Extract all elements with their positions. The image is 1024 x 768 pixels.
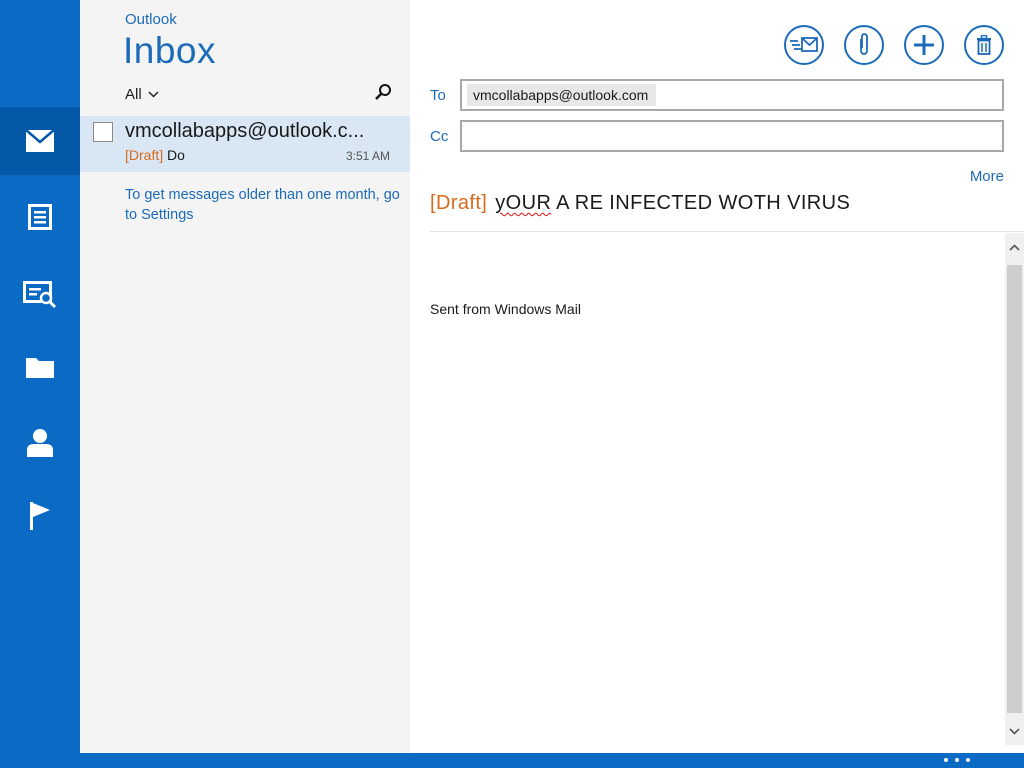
send-button[interactable] [784, 25, 824, 65]
chevron-down-icon [148, 91, 159, 98]
subject-field[interactable]: [Draft] yOUR A RE INFECTED WOTH VIRUS [430, 192, 850, 215]
mail-icon [25, 129, 55, 152]
app-bar-more-button[interactable] [944, 754, 970, 766]
attach-icon [860, 33, 868, 55]
message-preview: Do [167, 147, 185, 163]
message-body[interactable]: Sent from Windows Mail [430, 301, 581, 317]
message-preview-line: [Draft] Do [125, 147, 185, 163]
account-name[interactable]: Outlook [125, 11, 177, 28]
more-link[interactable]: More [970, 168, 1004, 185]
compose-pane: To vmcollabapps@outlook.com Cc More [Dra… [410, 0, 1024, 753]
message-row[interactable]: vmcollabapps@outlook.c... [Draft] Do 3:5… [80, 116, 410, 172]
scroll-down-button[interactable] [1005, 717, 1024, 745]
nav-news[interactable] [0, 183, 80, 251]
delete-icon [977, 35, 991, 55]
subject-draft-tag: [Draft] [430, 192, 488, 214]
attach-button[interactable] [844, 25, 884, 65]
cc-field[interactable] [460, 120, 1004, 152]
add-icon [914, 35, 934, 55]
scroll-thumb[interactable] [1007, 265, 1022, 713]
news-icon [28, 204, 52, 230]
nav-rail [0, 0, 80, 753]
delete-button[interactable] [964, 25, 1004, 65]
nav-folders[interactable] [0, 333, 80, 401]
search-button[interactable] [373, 82, 393, 102]
message-sender: vmcollabapps@outlook.c... [125, 120, 365, 142]
chevron-down-icon [1009, 727, 1020, 735]
scroll-up-button[interactable] [1005, 233, 1024, 261]
subject-text: A RE INFECTED WOTH VIRUS [556, 192, 851, 214]
body-scrollbar[interactable] [1005, 233, 1024, 745]
nav-people[interactable] [0, 409, 80, 477]
people-icon [27, 429, 53, 457]
subject-misspelled-word: yOUR [495, 192, 552, 214]
to-label: To [430, 87, 446, 104]
filter-dropdown[interactable]: All [125, 86, 159, 103]
cc-label: Cc [430, 128, 449, 145]
subject-divider [430, 231, 1024, 232]
message-time: 3:51 AM [345, 149, 390, 163]
draft-tag: [Draft] [125, 147, 164, 163]
folder-title: Inbox [123, 30, 217, 71]
older-messages-link[interactable]: To get messages older than one month, go… [125, 185, 400, 225]
search-messages-icon [23, 281, 57, 309]
nav-mail[interactable] [0, 107, 80, 175]
send-icon [790, 37, 818, 52]
chevron-up-icon [1009, 243, 1020, 251]
ellipsis-icon [944, 758, 948, 762]
flag-icon [30, 502, 50, 530]
recipient-chip[interactable]: vmcollabapps@outlook.com [467, 84, 657, 106]
search-icon [375, 84, 391, 100]
filter-label: All [125, 86, 142, 103]
app-bar [0, 753, 1024, 768]
message-checkbox[interactable] [93, 122, 113, 142]
to-field[interactable]: vmcollabapps@outlook.com [460, 79, 1004, 111]
new-message-button[interactable] [904, 25, 944, 65]
nav-search-messages[interactable] [0, 261, 80, 329]
message-list-pane: Outlook Inbox All vmcollabapps@outlook.c… [80, 0, 410, 753]
folder-icon [26, 358, 54, 378]
nav-flagged[interactable] [0, 482, 80, 550]
